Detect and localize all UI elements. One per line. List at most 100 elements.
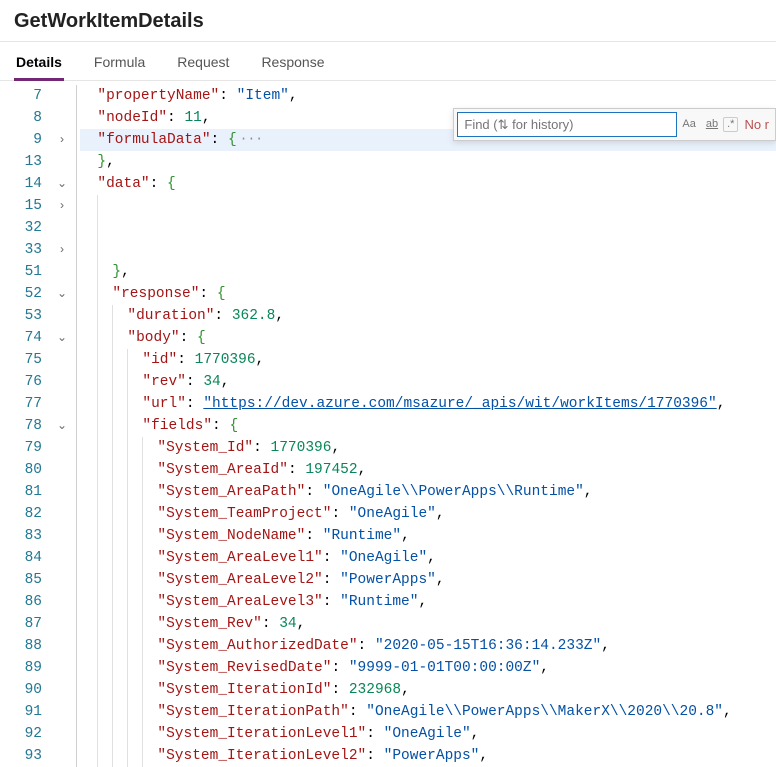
fold-toggle[interactable]: ⌄ <box>48 173 76 195</box>
line-number: 79 <box>0 437 42 459</box>
code-line[interactable]: "System_TeamProject": "OneAgile", <box>80 503 776 525</box>
code-line[interactable]: }, <box>80 261 776 283</box>
line-number: 85 <box>0 569 42 591</box>
fold-toggle <box>48 613 76 635</box>
tab-response[interactable]: Response <box>259 42 326 80</box>
find-status: No r <box>738 117 769 132</box>
fold-toggle[interactable]: › <box>48 239 76 261</box>
find-input[interactable] <box>457 112 677 137</box>
fold-toggle <box>48 503 76 525</box>
line-number: 90 <box>0 679 42 701</box>
tab-formula[interactable]: Formula <box>92 42 147 80</box>
fold-toggle <box>48 481 76 503</box>
line-number: 92 <box>0 723 42 745</box>
code-line[interactable]: "System_NodeName": "Runtime", <box>80 525 776 547</box>
tabstrip: Details Formula Request Response <box>0 42 776 81</box>
fold-toggle <box>48 217 76 239</box>
line-number: 74 <box>0 327 42 349</box>
line-number: 51 <box>0 261 42 283</box>
code-line[interactable]: "System_Rev": 34, <box>80 613 776 635</box>
code-line[interactable]: "System_AreaLevel1": "OneAgile", <box>80 547 776 569</box>
fold-toggle <box>48 459 76 481</box>
line-number: 53 <box>0 305 42 327</box>
fold-toggle <box>48 745 76 767</box>
line-number: 83 <box>0 525 42 547</box>
fold-toggle <box>48 701 76 723</box>
line-number: 88 <box>0 635 42 657</box>
regex-icon[interactable]: .* <box>723 117 738 132</box>
line-number: 8 <box>0 107 42 129</box>
line-number: 33 <box>0 239 42 261</box>
code-line[interactable]: "duration": 362.8, <box>80 305 776 327</box>
code-line[interactable]: "System_IterationLevel2": "PowerApps", <box>80 745 776 767</box>
fold-toggle <box>48 657 76 679</box>
code-line[interactable]: "System_AreaLevel3": "Runtime", <box>80 591 776 613</box>
line-number: 93 <box>0 745 42 767</box>
fold-toggle <box>48 151 76 173</box>
line-number: 91 <box>0 701 42 723</box>
code-line[interactable] <box>80 217 776 239</box>
match-case-icon[interactable]: Aa <box>677 116 700 133</box>
code-line[interactable]: "System_IterationPath": "OneAgile\\Power… <box>80 701 776 723</box>
line-number: 80 <box>0 459 42 481</box>
fold-toggle <box>48 371 76 393</box>
code-line[interactable]: "fields": { <box>80 415 776 437</box>
code-line[interactable] <box>80 239 776 261</box>
json-editor[interactable]: 7891314153233515253747576777879808182838… <box>0 81 776 767</box>
code-line[interactable]: "System_IterationId": 232968, <box>80 679 776 701</box>
code-line[interactable]: "body": { <box>80 327 776 349</box>
line-number: 87 <box>0 613 42 635</box>
fold-toggle[interactable]: ⌄ <box>48 283 76 305</box>
line-number: 77 <box>0 393 42 415</box>
fold-toggle <box>48 393 76 415</box>
line-number: 84 <box>0 547 42 569</box>
line-number: 9 <box>0 129 42 151</box>
line-number: 78 <box>0 415 42 437</box>
code-line[interactable]: "response": { <box>80 283 776 305</box>
fold-toggle <box>48 107 76 129</box>
line-number: 81 <box>0 481 42 503</box>
line-number: 14 <box>0 173 42 195</box>
fold-toggle <box>48 525 76 547</box>
code-line[interactable]: "System_AreaLevel2": "PowerApps", <box>80 569 776 591</box>
code-line[interactable] <box>80 195 776 217</box>
code-line[interactable]: "System_AuthorizedDate": "2020-05-15T16:… <box>80 635 776 657</box>
fold-toggle[interactable]: ⌄ <box>48 327 76 349</box>
fold-toggle <box>48 635 76 657</box>
code-line[interactable]: "url": "https://dev.azure.com/msazure/_a… <box>80 393 776 415</box>
line-number: 32 <box>0 217 42 239</box>
fold-toggle <box>48 85 76 107</box>
fold-toggle <box>48 723 76 745</box>
line-number: 52 <box>0 283 42 305</box>
line-number: 86 <box>0 591 42 613</box>
line-number: 89 <box>0 657 42 679</box>
fold-toggle[interactable]: ⌄ <box>48 415 76 437</box>
page-title: GetWorkItemDetails <box>0 0 776 41</box>
fold-toggle <box>48 305 76 327</box>
code-line[interactable]: "System_IterationLevel1": "OneAgile", <box>80 723 776 745</box>
code-line[interactable]: "System_AreaPath": "OneAgile\\PowerApps\… <box>80 481 776 503</box>
fold-toggle <box>48 679 76 701</box>
whole-word-icon[interactable]: ab <box>701 116 723 133</box>
code-line[interactable]: "data": { <box>80 173 776 195</box>
tab-request[interactable]: Request <box>175 42 231 80</box>
line-number: 13 <box>0 151 42 173</box>
fold-toggle <box>48 591 76 613</box>
line-number: 76 <box>0 371 42 393</box>
code-line[interactable]: "System_Id": 1770396, <box>80 437 776 459</box>
find-bar: Aa ab .* No r <box>453 108 776 141</box>
fold-toggle[interactable]: › <box>48 129 76 151</box>
code-line[interactable]: "id": 1770396, <box>80 349 776 371</box>
code-line[interactable]: "System_RevisedDate": "9999-01-01T00:00:… <box>80 657 776 679</box>
code-line[interactable]: "rev": 34, <box>80 371 776 393</box>
code-line[interactable]: "System_AreaId": 197452, <box>80 459 776 481</box>
line-number: 7 <box>0 85 42 107</box>
tab-details[interactable]: Details <box>14 42 64 80</box>
fold-toggle <box>48 349 76 371</box>
code-line[interactable]: }, <box>80 151 776 173</box>
fold-toggle <box>48 261 76 283</box>
fold-toggle[interactable]: › <box>48 195 76 217</box>
line-number: 75 <box>0 349 42 371</box>
code-line[interactable]: "propertyName": "Item", <box>80 85 776 107</box>
fold-toggle <box>48 547 76 569</box>
